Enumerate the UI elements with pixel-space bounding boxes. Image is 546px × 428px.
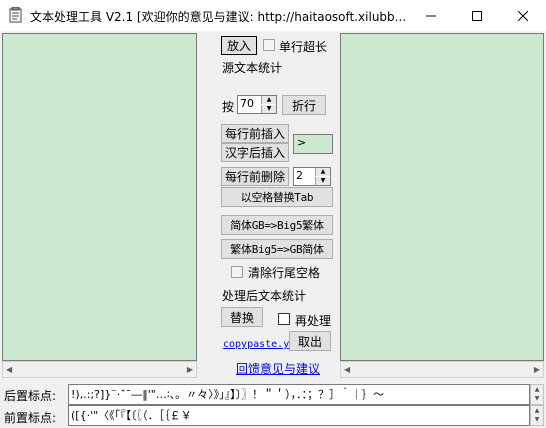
pre-punctuation-scroll[interactable]: ▲ ▼ (530, 405, 544, 426)
clear-trailing-spaces-label: 清除行尾空格 (248, 266, 321, 280)
source-text-area[interactable] (2, 33, 197, 361)
space-to-tab-button[interactable]: 以空格替换Tab (221, 187, 333, 207)
maximize-icon (472, 10, 482, 21)
delete-count-stepper[interactable]: 2 ▲ ▼ (293, 167, 331, 186)
pre-punctuation-input[interactable]: ([{·'"〈《「『【〔〖（．［｛￡￥ (68, 405, 530, 426)
post-punctuation-label: 后置标点: (4, 389, 57, 403)
copypaste-link[interactable]: copypaste.y (223, 339, 289, 350)
delete-before-line-button[interactable]: 每行前删除 (221, 167, 289, 186)
gb-to-big5-button[interactable]: 简体GB=>Big5繁体 (221, 215, 333, 235)
pre-punctuation-label: 前置标点: (4, 411, 57, 425)
insert-after-hanzi-button[interactable]: 汉字后插入 (221, 143, 289, 162)
single-line-long-label: 单行超长 (279, 40, 328, 54)
stepper-down-icon[interactable]: ▼ (261, 105, 276, 113)
insert-text-input[interactable]: > (293, 134, 333, 154)
insert-before-line-button[interactable]: 每行前插入 (221, 124, 289, 143)
window-title: 文本处理工具 V2.1 [欢迎你的意见与建议: http://haitaosof… (30, 10, 407, 24)
stepper-down-icon[interactable]: ▼ (315, 177, 330, 185)
post-punctuation-input[interactable]: !),.:;?]}¨·ˇˉ―‖'"…∶、。〃々〉》」』】〕〗！＂＇），．：；？］… (68, 384, 530, 405)
by-label: 按 (222, 100, 235, 114)
reprocess-checkbox[interactable] (278, 313, 290, 325)
scroll-left-icon[interactable]: ◀ (6, 365, 12, 374)
wrap-button[interactable]: 折行 (282, 95, 326, 115)
close-button[interactable] (500, 0, 546, 31)
source-horizontal-scrollbar[interactable]: ◀ ▶ (2, 361, 197, 378)
wrap-width-value: 70 (240, 97, 254, 110)
minimize-button[interactable] (408, 0, 454, 31)
scroll-right-icon[interactable]: ▶ (187, 365, 193, 374)
stepper-up-icon[interactable]: ▲ (315, 168, 330, 176)
result-stats-label: 处理后文本统计 (222, 289, 307, 303)
result-text-area[interactable] (340, 33, 544, 361)
scroll-right-icon[interactable]: ▶ (534, 365, 540, 374)
result-horizontal-scrollbar[interactable]: ◀ ▶ (340, 361, 544, 378)
feedback-link[interactable]: 回馈意见与建议 (236, 360, 320, 377)
put-in-button[interactable]: 放入 (221, 36, 257, 55)
maximize-button[interactable] (454, 0, 500, 31)
post-punctuation-scroll[interactable]: ▲ ▼ (530, 384, 544, 405)
fetch-button[interactable]: 取出 (289, 331, 331, 351)
clear-trailing-spaces-checkbox[interactable] (231, 266, 243, 278)
reprocess-label: 再处理 (295, 314, 332, 328)
close-icon (518, 10, 528, 21)
single-line-long-checkbox[interactable] (263, 39, 275, 51)
delete-count-value: 2 (296, 169, 303, 182)
title-bar: 文本处理工具 V2.1 [欢迎你的意见与建议: http://haitaosof… (0, 0, 546, 31)
stepper-up-icon[interactable]: ▲ (261, 96, 276, 104)
minimize-icon (426, 15, 436, 16)
replace-button[interactable]: 替换 (221, 307, 263, 327)
notepad-icon (9, 7, 22, 23)
big5-to-gb-button[interactable]: 繁体Big5=>GB简体 (221, 239, 333, 259)
scroll-left-icon[interactable]: ◀ (344, 365, 350, 374)
source-stats-label: 源文本统计 (222, 61, 283, 75)
wrap-width-stepper[interactable]: 70 ▲ ▼ (237, 95, 277, 114)
